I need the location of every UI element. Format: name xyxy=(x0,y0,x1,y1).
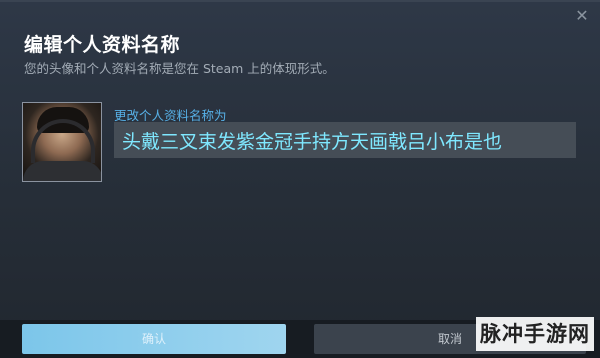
dialog-subtitle: 您的头像和个人资料名称是您在 Steam 上的体现形式。 xyxy=(24,61,335,76)
avatar-shirt xyxy=(23,161,101,181)
profile-name-input[interactable] xyxy=(114,122,576,158)
watermark-logo: 脉冲手游网 xyxy=(476,317,594,351)
avatar xyxy=(22,102,102,182)
close-icon[interactable]: ✕ xyxy=(574,8,590,24)
dialog-title: 编辑个人资料名称 xyxy=(24,34,181,56)
confirm-button[interactable]: 确认 xyxy=(22,324,286,354)
edit-profile-name-dialog: ✕ 编辑个人资料名称 您的头像和个人资料名称是您在 Steam 上的体现形式。 … xyxy=(0,0,600,358)
